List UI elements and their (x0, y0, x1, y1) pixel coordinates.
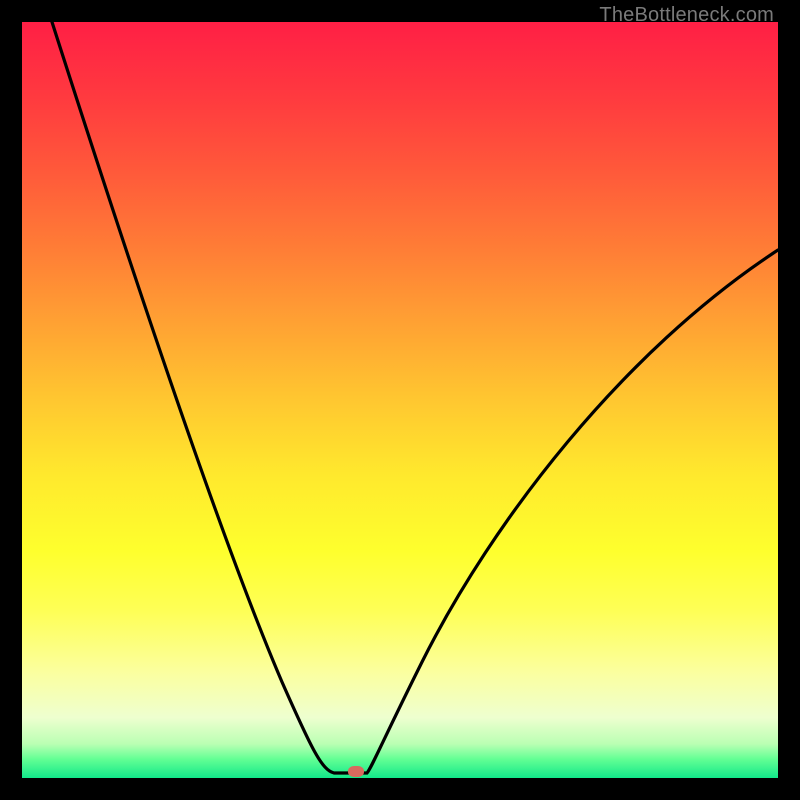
optimum-marker (348, 766, 364, 777)
curve-path (52, 22, 778, 773)
bottleneck-curve (22, 22, 778, 778)
watermark-text: TheBottleneck.com (599, 4, 774, 27)
chart-frame: TheBottleneck.com (0, 0, 800, 800)
plot-area (22, 22, 778, 778)
